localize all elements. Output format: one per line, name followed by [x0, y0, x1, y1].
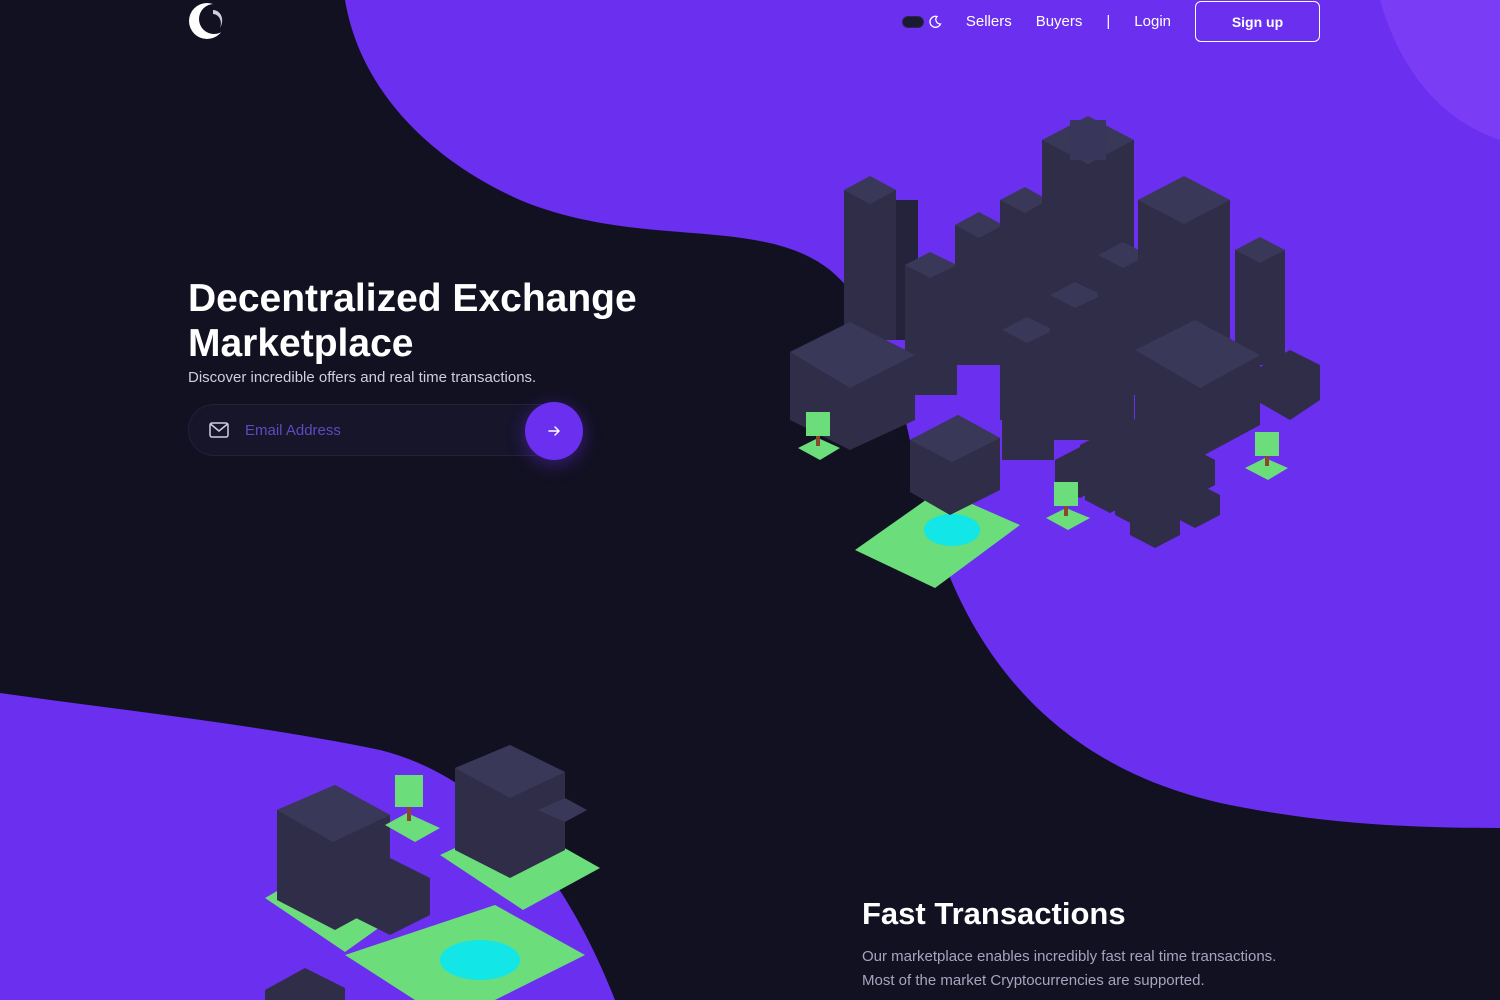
nav-link-sellers[interactable]: Sellers [966, 13, 1012, 30]
mail-icon [209, 422, 229, 438]
feature-title: Fast Transactions [862, 896, 1126, 931]
isometric-city-illustration [790, 116, 1320, 588]
feature-text-line1: Our marketplace enables incredibly fast … [862, 948, 1277, 965]
theme-toggle[interactable] [901, 15, 942, 29]
feature-text: Our marketplace enables incredibly fast … [862, 945, 1332, 993]
moon-icon [929, 15, 942, 28]
email-signup-form [188, 402, 583, 460]
hero-subtitle: Discover incredible offers and real time… [188, 369, 537, 386]
login-link[interactable]: Login [1134, 13, 1171, 30]
email-input[interactable] [243, 420, 517, 440]
top-nav: Sellers Buyers | Login Sign up [901, 0, 1320, 43]
toggle-track [901, 15, 924, 28]
arrow-right-icon [548, 426, 560, 436]
isometric-buildings-illustration [265, 745, 600, 1000]
hero-title-line1: Decentralized Exchange [188, 277, 637, 320]
nav-link-buyers[interactable]: Buyers [1036, 13, 1083, 30]
nav-separator: | [1106, 13, 1111, 30]
crescent-logo-icon [189, 3, 229, 39]
hero-title-line2: Marketplace [188, 322, 414, 365]
logo[interactable] [187, 0, 229, 42]
hero-title: Decentralized Exchange Marketplace [188, 276, 708, 366]
feature-text-line2: Most of the market Cryptocurrencies are … [862, 972, 1205, 989]
signup-button[interactable]: Sign up [1195, 1, 1320, 42]
email-submit-button[interactable] [525, 402, 583, 460]
